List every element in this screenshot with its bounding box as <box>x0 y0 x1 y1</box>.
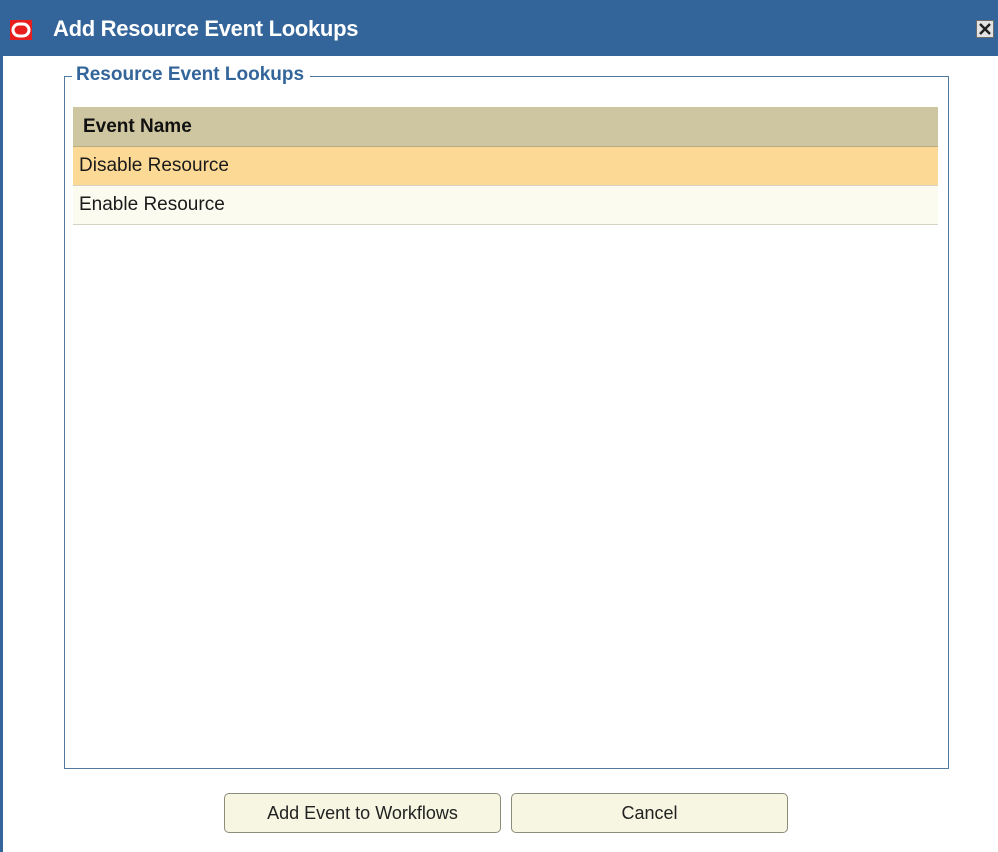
dialog-title: Add Resource Event Lookups <box>53 16 359 41</box>
add-event-to-workflows-button[interactable]: Add Event to Workflows <box>224 793 501 833</box>
column-header-event-name[interactable]: Event Name <box>73 107 938 147</box>
close-button[interactable] <box>976 20 994 38</box>
cancel-button[interactable]: Cancel <box>511 793 788 833</box>
event-table: Event Name Disable Resource Enable Resou… <box>73 107 938 225</box>
dialog-window: Add Resource Event Lookups Resource Even… <box>0 0 998 852</box>
window-left-border <box>0 56 3 852</box>
event-name-cell: Enable Resource <box>79 194 225 215</box>
close-icon <box>979 23 991 35</box>
group-legend: Resource Event Lookups <box>72 64 311 86</box>
table-row[interactable]: Disable Resource <box>73 147 938 186</box>
title-bar[interactable]: Add Resource Event Lookups <box>0 0 998 56</box>
table-row[interactable]: Enable Resource <box>73 186 938 225</box>
oracle-logo-icon <box>10 20 50 40</box>
event-name-cell: Disable Resource <box>79 155 229 176</box>
